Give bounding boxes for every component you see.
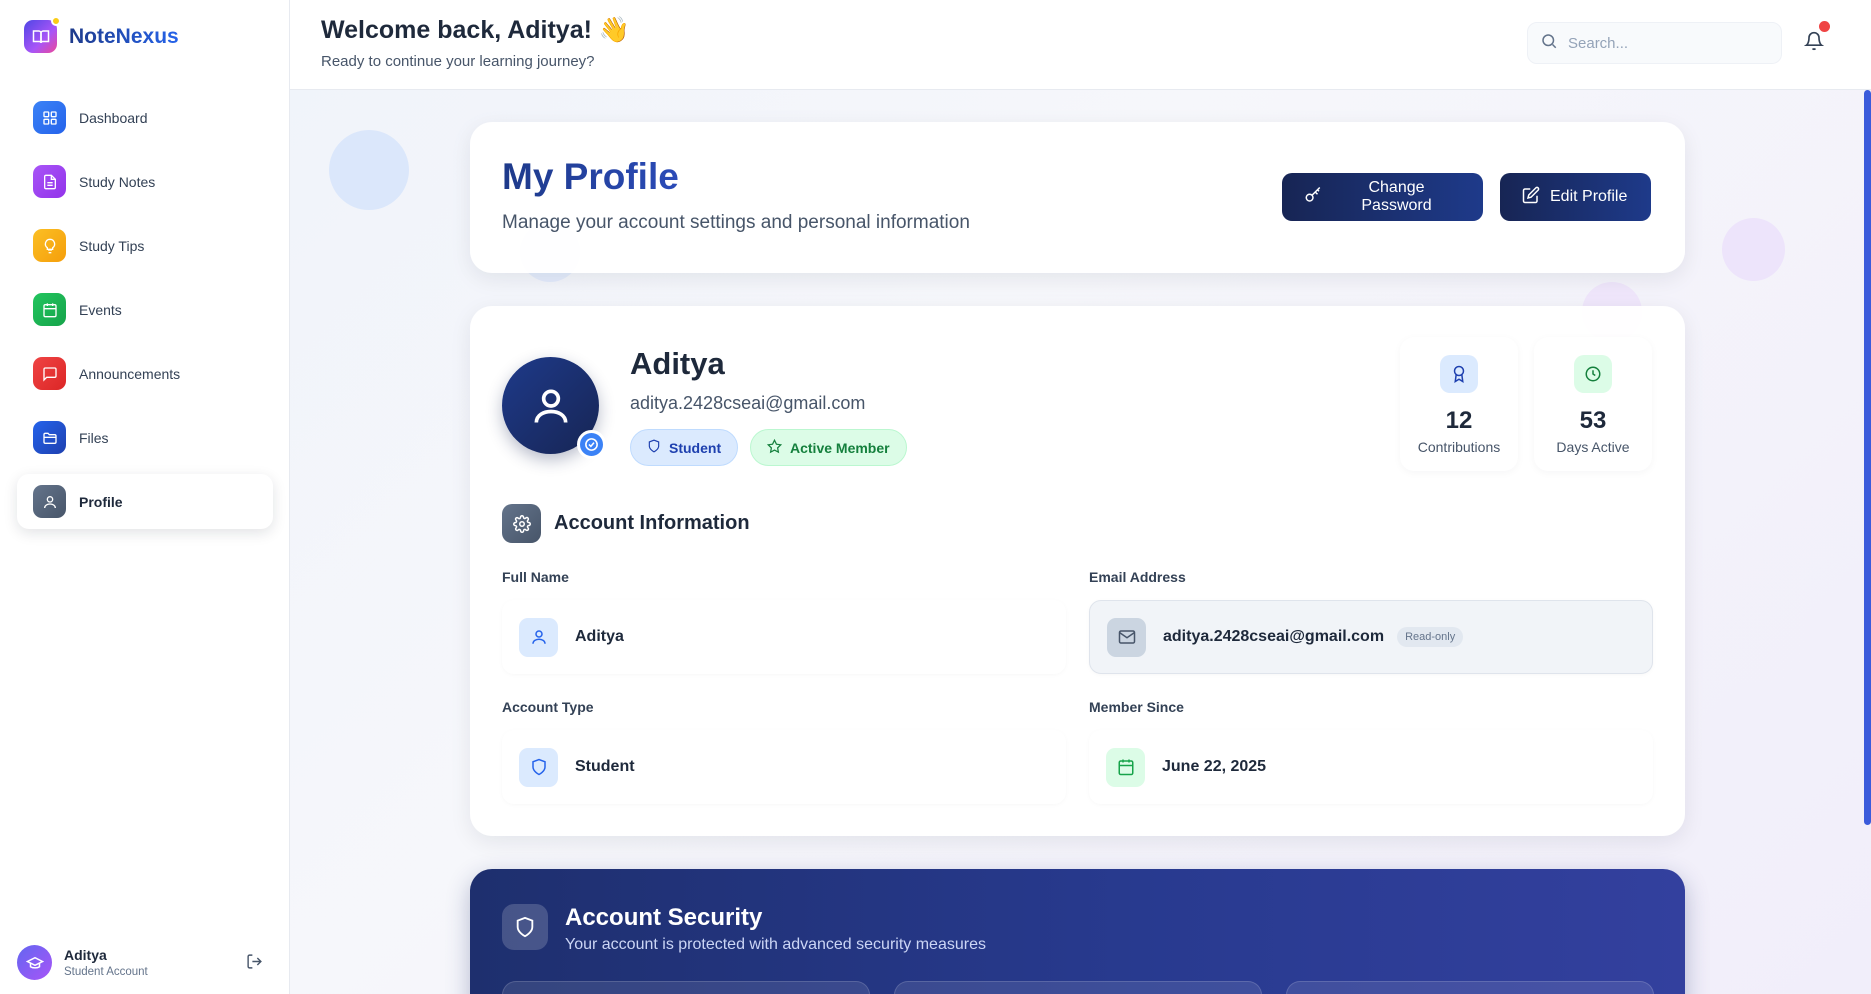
calendar-icon bbox=[33, 293, 66, 326]
verified-icon bbox=[577, 430, 606, 459]
shield-icon bbox=[519, 747, 558, 787]
lightbulb-icon bbox=[33, 229, 66, 262]
member-since-field: June 22, 2025 bbox=[1089, 730, 1653, 804]
shield-icon bbox=[647, 439, 661, 456]
scrollbar[interactable] bbox=[1864, 90, 1871, 825]
profile-email: aditya.2428cseai@gmail.com bbox=[630, 393, 866, 413]
search-input[interactable] bbox=[1568, 34, 1758, 52]
search-icon bbox=[1540, 32, 1558, 55]
star-icon bbox=[766, 438, 783, 457]
stat-label: Contributions bbox=[1417, 439, 1501, 455]
sidebar-item-label: Dashboard bbox=[79, 109, 148, 126]
welcome-title: Welcome back, Aditya! 👋 bbox=[321, 16, 630, 44]
grid-icon bbox=[33, 101, 66, 134]
security-tile bbox=[502, 981, 870, 994]
edit-profile-button[interactable]: Edit Profile bbox=[1500, 173, 1651, 221]
message-icon bbox=[33, 357, 66, 390]
account-security-card: Account Security Your account is protect… bbox=[470, 869, 1685, 994]
email-field: aditya.2428cseai@gmail.com Read-only bbox=[1089, 600, 1653, 674]
status-badge-label: Active Member bbox=[790, 439, 890, 456]
page-subtitle: Manage your account settings and persona… bbox=[502, 212, 970, 233]
graduation-cap-icon bbox=[17, 945, 52, 980]
member-since-label: Member Since bbox=[1089, 699, 1184, 715]
change-password-button[interactable]: Change Password bbox=[1282, 173, 1483, 221]
read-only-tag: Read-only bbox=[1397, 627, 1464, 647]
sidebar: NoteNexus Dashboard Study Notes Study Ti… bbox=[0, 0, 290, 994]
security-title: Account Security bbox=[565, 904, 763, 931]
sidebar-item-announcements[interactable]: Announcements bbox=[17, 346, 273, 401]
notification-dot bbox=[1819, 21, 1830, 32]
sidebar-item-profile[interactable]: Profile bbox=[17, 474, 273, 529]
sidebar-item-study-tips[interactable]: Study Tips bbox=[17, 218, 273, 273]
account-info-header: Account Information bbox=[502, 504, 750, 543]
user-footer: Aditya Student Account bbox=[17, 945, 273, 980]
sidebar-nav: Dashboard Study Notes Study Tips Events … bbox=[17, 90, 273, 538]
profile-header-card: My Profile Manage your account settings … bbox=[470, 122, 1685, 273]
full-name-value: Aditya bbox=[575, 628, 624, 645]
sidebar-item-label: Announcements bbox=[79, 365, 181, 382]
account-type-value: Student bbox=[575, 758, 635, 775]
gear-icon bbox=[502, 504, 541, 543]
folder-icon bbox=[33, 421, 66, 454]
profile-name: Aditya bbox=[630, 346, 725, 381]
sidebar-item-label: Events bbox=[79, 301, 122, 318]
stat-days-active: 53 Days Active bbox=[1534, 337, 1652, 471]
user-role: Student Account bbox=[64, 966, 148, 978]
account-type-field: Student bbox=[502, 730, 1066, 804]
topbar: Welcome back, Aditya! 👋 Ready to continu… bbox=[290, 0, 1871, 90]
sidebar-item-files[interactable]: Files bbox=[17, 410, 273, 465]
stat-value: 53 bbox=[1579, 407, 1607, 434]
security-tile bbox=[1286, 981, 1654, 994]
user-icon bbox=[33, 485, 66, 518]
award-icon bbox=[1440, 355, 1478, 393]
section-title: Account Information bbox=[554, 512, 750, 534]
search-box[interactable] bbox=[1527, 22, 1782, 64]
welcome-subtitle: Ready to continue your learning journey? bbox=[321, 53, 595, 70]
change-password-label: Change Password bbox=[1361, 179, 1432, 214]
document-icon bbox=[33, 165, 66, 198]
book-icon bbox=[24, 16, 61, 53]
decor-circle bbox=[1722, 218, 1785, 281]
edit-profile-label: Edit Profile bbox=[1550, 188, 1628, 205]
user-name: Aditya bbox=[64, 947, 107, 963]
sidebar-item-dashboard[interactable]: Dashboard bbox=[17, 90, 273, 145]
status-badge: Active Member bbox=[750, 429, 907, 466]
email-value: aditya.2428cseai@gmail.com bbox=[1163, 628, 1385, 645]
mail-icon bbox=[1107, 617, 1146, 657]
member-since-value: June 22, 2025 bbox=[1162, 758, 1267, 775]
brand[interactable]: NoteNexus bbox=[24, 16, 179, 53]
logout-icon[interactable] bbox=[246, 953, 263, 975]
role-badge: Student bbox=[630, 429, 739, 466]
sidebar-item-label: Files bbox=[79, 429, 109, 446]
security-subtitle: Your account is protected with advanced … bbox=[565, 936, 986, 953]
stat-label: Days Active bbox=[1556, 439, 1630, 455]
clock-icon bbox=[1574, 355, 1612, 393]
sidebar-item-label: Profile bbox=[79, 493, 123, 510]
page-title: My Profile bbox=[502, 156, 679, 197]
account-type-label: Account Type bbox=[502, 699, 594, 715]
profile-card: Aditya aditya.2428cseai@gmail.com Studen… bbox=[470, 306, 1685, 836]
sidebar-item-study-notes[interactable]: Study Notes bbox=[17, 154, 273, 209]
sidebar-item-events[interactable]: Events bbox=[17, 282, 273, 337]
stat-contributions: 12 Contributions bbox=[1400, 337, 1518, 471]
full-name-field: Aditya bbox=[502, 600, 1066, 674]
brand-name: NoteNexus bbox=[69, 24, 179, 48]
shield-icon bbox=[502, 904, 548, 950]
full-name-label: Full Name bbox=[502, 569, 569, 585]
decor-circle bbox=[329, 130, 409, 210]
email-label: Email Address bbox=[1089, 569, 1186, 585]
bell-icon[interactable] bbox=[1803, 21, 1830, 56]
stat-value: 12 bbox=[1445, 407, 1473, 434]
sidebar-item-label: Study Notes bbox=[79, 173, 156, 190]
key-icon bbox=[1304, 186, 1322, 209]
role-badge-label: Student bbox=[669, 439, 722, 456]
calendar-icon bbox=[1106, 747, 1145, 787]
user-icon bbox=[519, 617, 558, 657]
security-tile bbox=[894, 981, 1262, 994]
edit-icon bbox=[1522, 186, 1540, 209]
sidebar-item-label: Study Tips bbox=[79, 237, 145, 254]
